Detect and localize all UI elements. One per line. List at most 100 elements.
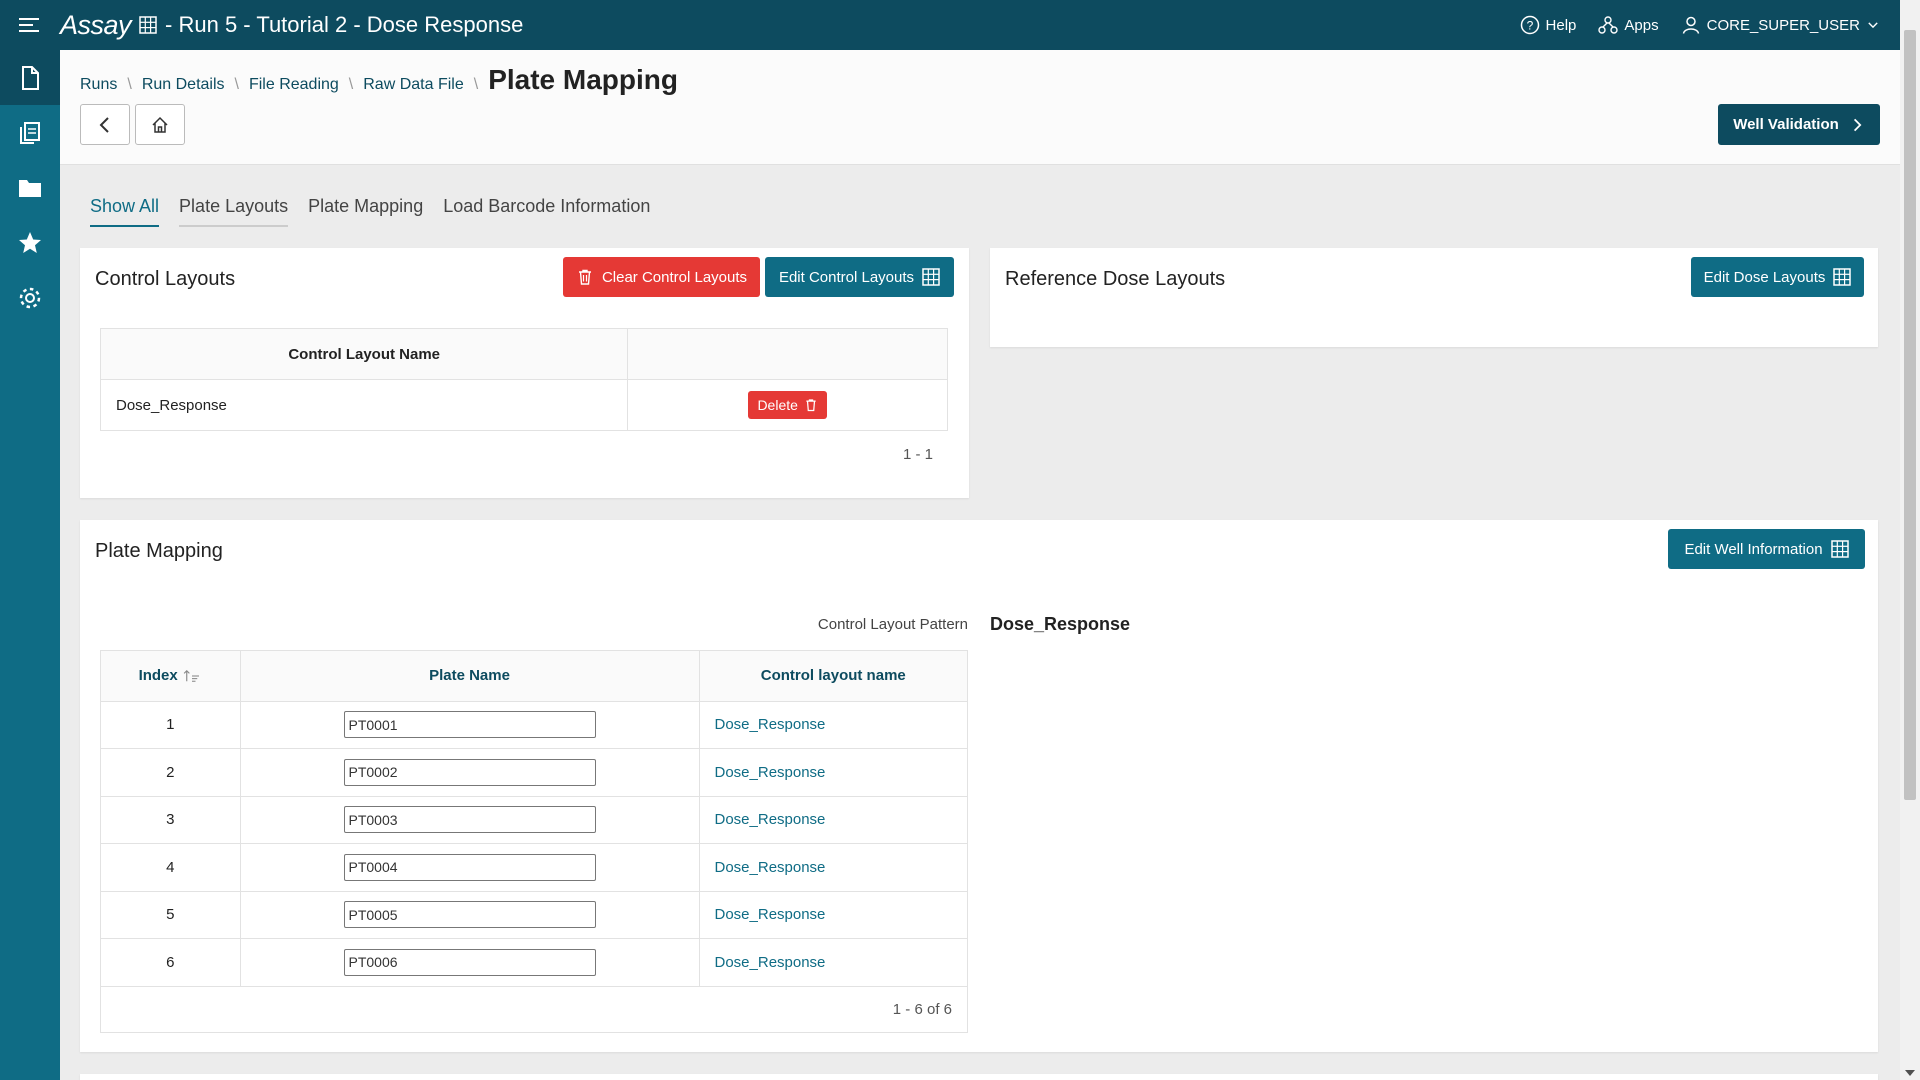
- control-layout-link[interactable]: Dose_Response: [715, 954, 826, 971]
- edit-dose-layouts-button[interactable]: Edit Dose Layouts: [1691, 257, 1864, 297]
- sidebar-item-document[interactable]: [0, 50, 60, 105]
- index-cell: 6: [101, 938, 240, 987]
- tab-show-all[interactable]: Show All: [90, 196, 160, 227]
- table-row: 1 Dose_Response: [101, 701, 967, 749]
- sidebar-item-folder[interactable]: [0, 160, 60, 215]
- clear-control-layouts-button[interactable]: Clear Control Layouts: [563, 257, 760, 297]
- help-label: Help: [1545, 16, 1577, 34]
- plate-mapping-card: Plate Mapping Edit Well Information Cont…: [80, 520, 1878, 1052]
- column-header-plate-name[interactable]: Plate Name: [239, 651, 699, 702]
- breadcrumb-raw-data-file[interactable]: Raw Data File: [363, 76, 463, 94]
- tab-plate-mapping[interactable]: Plate Mapping: [308, 196, 423, 227]
- edit-well-information-button[interactable]: Edit Well Information: [1668, 529, 1865, 569]
- breadcrumb-run-details[interactable]: Run Details: [142, 76, 225, 94]
- gear-icon: [19, 287, 41, 308]
- svg-text:?: ?: [1526, 19, 1533, 33]
- index-cell: 4: [101, 843, 240, 892]
- control-layout-link[interactable]: Dose_Response: [715, 811, 826, 828]
- control-layout-link[interactable]: Dose_Response: [715, 859, 826, 876]
- control-layout-pattern-label: Control Layout Pattern: [817, 616, 968, 633]
- chevron-left-icon: [99, 116, 109, 133]
- index-cell: 3: [101, 796, 240, 844]
- plate-name-input[interactable]: [343, 758, 596, 786]
- brand-logo: Assay: [60, 9, 132, 40]
- plate-name-input[interactable]: [343, 853, 596, 881]
- index-cell: 1: [101, 701, 240, 749]
- column-header-control-layout-name[interactable]: Control layout name: [698, 651, 967, 702]
- app-title: - Run 5 - Tutorial 2 - Dose Response: [165, 12, 524, 37]
- scrollbar-thumb[interactable]: [1904, 30, 1916, 800]
- scroll-down-arrow[interactable]: [1905, 1070, 1915, 1076]
- grid-icon: [139, 16, 157, 34]
- table-row: Dose_Response Delete: [99, 379, 948, 431]
- control-layout-link[interactable]: Dose_Response: [715, 906, 826, 923]
- copy-documents-icon: [20, 121, 40, 144]
- table-row: 5 Dose_Response: [101, 891, 967, 939]
- grid-icon: [1833, 268, 1852, 286]
- breadcrumb: Runs \ Run Details \ File Reading \ Raw …: [80, 64, 678, 95]
- control-layout-link[interactable]: Dose_Response: [715, 764, 826, 781]
- help-icon: ?: [1520, 15, 1539, 35]
- plate-name-input[interactable]: [343, 948, 596, 976]
- document-icon: [22, 65, 39, 90]
- sidebar-item-favorites[interactable]: [0, 215, 60, 270]
- edit-control-layouts-label: Edit Control Layouts: [778, 268, 915, 286]
- plate-mapping-table-wrapper: Index Plate Name Control layout name 1 Do…: [100, 650, 968, 1033]
- delete-button[interactable]: Delete: [748, 391, 827, 419]
- plate-name-input[interactable]: [343, 806, 596, 834]
- plate-name-input[interactable]: [343, 711, 596, 739]
- trash-icon: [578, 269, 591, 285]
- chevron-right-icon: [1853, 118, 1862, 131]
- edit-control-layouts-button[interactable]: Edit Control Layouts: [765, 257, 954, 297]
- plate-mapping-title: Plate Mapping: [95, 540, 223, 562]
- user-icon: [1682, 16, 1699, 34]
- help-link[interactable]: ? Help: [1520, 15, 1577, 35]
- plate-mapping-table: Index Plate Name Control layout name 1 Do…: [101, 651, 967, 987]
- well-validation-label: Well Validation: [1733, 116, 1839, 133]
- plate-name-input[interactable]: [343, 901, 596, 929]
- column-header-actions: [627, 328, 948, 380]
- well-validation-button[interactable]: Well Validation: [1718, 104, 1880, 145]
- column-header-index[interactable]: Index: [101, 651, 240, 702]
- control-layout-name-cell: Dose_Response: [99, 379, 629, 431]
- menu-icon[interactable]: [0, 0, 60, 50]
- tab-plate-layouts[interactable]: Plate Layouts: [179, 196, 289, 227]
- sidebar-item-copies[interactable]: [0, 105, 60, 160]
- back-button[interactable]: [80, 104, 130, 145]
- edit-dose-layouts-label: Edit Dose Layouts: [1703, 268, 1826, 286]
- grid-icon: [922, 268, 940, 286]
- table-row: 6 Dose_Response: [101, 938, 967, 987]
- index-cell: 5: [101, 891, 240, 939]
- table-row: 4 Dose_Response: [101, 843, 967, 892]
- vertical-scrollbar[interactable]: [1900, 0, 1920, 1080]
- user-name: CORE_SUPER_USER: [1706, 16, 1860, 34]
- apps-icon: [1598, 16, 1619, 34]
- chevron-down-icon: [1868, 22, 1878, 29]
- sidebar-item-settings[interactable]: [0, 270, 60, 325]
- column-header-control-layout-name[interactable]: Control Layout Name: [99, 328, 629, 380]
- next-card: [80, 1074, 1878, 1080]
- reference-dose-layouts-card: Reference Dose Layouts Edit Dose Layouts: [990, 248, 1878, 347]
- home-button[interactable]: [135, 104, 185, 145]
- breadcrumb-runs[interactable]: Runs: [80, 76, 117, 94]
- control-layout-pattern-value: Dose_Response: [990, 614, 1131, 634]
- index-cell: 2: [101, 748, 240, 797]
- apps-link[interactable]: Apps: [1598, 15, 1659, 35]
- reference-dose-layouts-title: Reference Dose Layouts: [1005, 268, 1226, 290]
- control-layouts-pager: 1 - 1: [902, 446, 933, 463]
- table-row: 2 Dose_Response: [101, 748, 967, 797]
- apps-label: Apps: [1624, 16, 1659, 34]
- top-bar: Assay - Run 5 - Tutorial 2 - Dose Respon…: [0, 0, 1920, 50]
- star-icon: [19, 231, 41, 253]
- tab-load-barcode[interactable]: Load Barcode Information: [443, 196, 650, 227]
- home-icon: [152, 116, 168, 133]
- control-layouts-card: Control Layouts Clear Control Layouts Ed…: [80, 248, 969, 498]
- clear-control-layouts-label: Clear Control Layouts: [601, 268, 748, 286]
- delete-label: Delete: [757, 397, 798, 413]
- control-layout-link[interactable]: Dose_Response: [715, 716, 826, 733]
- breadcrumb-file-reading[interactable]: File Reading: [249, 76, 339, 94]
- user-menu[interactable]: CORE_SUPER_USER: [1681, 15, 1880, 35]
- control-layouts-title: Control Layouts: [95, 268, 236, 290]
- page-title: Plate Mapping: [488, 64, 678, 95]
- sort-ascending-icon: [183, 670, 199, 683]
